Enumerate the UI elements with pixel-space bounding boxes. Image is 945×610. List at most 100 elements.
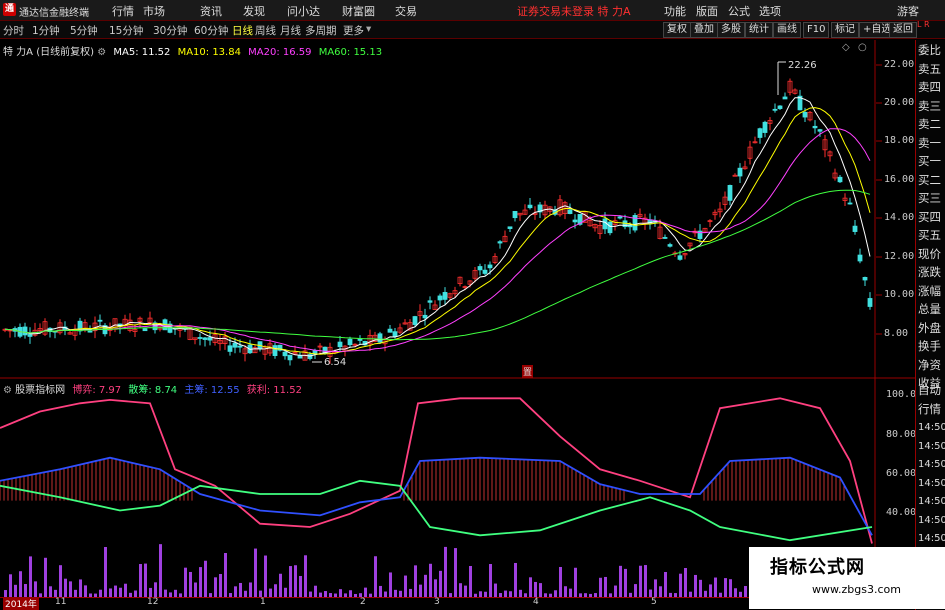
indicator-retail: 散筹: 8.74 <box>128 385 178 396</box>
order-book-item: 卖四 <box>918 80 941 94</box>
tick-list-item: 14:50 <box>918 514 945 526</box>
menu-trade[interactable]: 交易 <box>395 3 417 19</box>
candle <box>142 328 148 332</box>
volume-bar <box>604 576 607 597</box>
volume-bar <box>294 565 297 597</box>
indicator-settings-icon[interactable]: ⚙ <box>3 385 12 396</box>
menu-formula[interactable]: 公式 <box>728 3 750 19</box>
statistics-button[interactable]: 统计 <box>745 22 773 38</box>
volume-bar <box>304 555 307 597</box>
volume-bar <box>254 548 257 597</box>
volume-bar <box>559 566 562 597</box>
watermark-url: www.zbgs3.com <box>812 583 901 596</box>
volume-bar <box>139 564 142 597</box>
candle <box>662 234 668 240</box>
period-tab-60m[interactable]: 60分钟 <box>194 23 228 38</box>
period-tab-daily[interactable]: 日线 <box>232 23 253 38</box>
candle <box>97 314 103 327</box>
volume-bar <box>434 579 437 597</box>
kline-chart[interactable] <box>0 40 915 600</box>
order-book-item: 买二 <box>918 172 941 187</box>
volume-bar <box>109 588 112 597</box>
candle <box>727 184 733 206</box>
more-chevron-icon[interactable]: ▾ <box>366 23 371 35</box>
volume-bar <box>444 546 447 597</box>
candle <box>492 253 498 265</box>
date-label: 4 <box>533 597 539 607</box>
volume-bar <box>419 584 422 597</box>
multi-stock-button[interactable]: 多股 <box>717 22 745 38</box>
volume-bar <box>214 577 217 597</box>
price-tick: 18.00 <box>884 135 915 146</box>
volume-bar <box>679 573 682 597</box>
overlay-button[interactable]: 叠加 <box>690 22 718 38</box>
indicator-tick: 40.00 <box>886 507 917 518</box>
candle <box>697 224 703 243</box>
menu-function[interactable]: 功能 <box>664 3 686 19</box>
price-tick: 20.00 <box>884 97 915 108</box>
app-title: 通达信金融终端 <box>19 8 89 19</box>
volume-bar <box>54 589 57 597</box>
period-tab-15m[interactable]: 15分钟 <box>109 23 143 38</box>
app-logo-icon: 通 <box>3 3 16 16</box>
volume-bar <box>639 565 642 597</box>
menu-market[interactable]: 市场 <box>143 3 165 19</box>
price-tick: 14.00 <box>884 212 915 223</box>
draw-line-button[interactable]: 画线 <box>773 22 801 38</box>
candle <box>857 248 863 264</box>
tick-list-item: 自动 <box>918 383 941 397</box>
f10-button[interactable]: F10 <box>803 22 830 38</box>
order-book-item: 卖五 <box>918 61 941 76</box>
menu-layout[interactable]: 版面 <box>696 3 718 19</box>
candle <box>757 127 763 144</box>
back-button[interactable]: 返回 <box>889 22 917 38</box>
candle <box>777 105 783 110</box>
menu-bar <box>0 0 945 21</box>
candle <box>807 111 813 122</box>
menu-options[interactable]: 选项 <box>759 3 781 19</box>
candle <box>797 89 803 111</box>
guest-label[interactable]: 游客 <box>897 3 919 19</box>
volume-bar <box>299 575 302 597</box>
adjust-button[interactable]: 复权 <box>663 22 691 38</box>
date-label: 2014年 <box>3 597 39 610</box>
tick-list-item: 14:50 <box>918 496 945 507</box>
candle <box>477 263 483 276</box>
period-tab-intraday[interactable]: 分时 <box>3 23 24 38</box>
period-tab-1m[interactable]: 1分钟 <box>32 23 60 38</box>
candle <box>72 324 78 341</box>
volume-bar <box>414 565 417 597</box>
candle <box>377 331 383 345</box>
period-tab-monthly[interactable]: 月线 <box>280 23 301 38</box>
volume-bar <box>374 556 377 597</box>
watermark-title: 指标公式网 <box>770 557 865 578</box>
candle <box>842 193 848 206</box>
order-book-item: 卖二 <box>918 117 941 131</box>
volume-bar <box>144 563 147 597</box>
volume-bar <box>529 577 532 597</box>
period-tab-30m[interactable]: 30分钟 <box>153 23 187 38</box>
ma20-line <box>4 128 871 352</box>
period-tab-weekly[interactable]: 周线 <box>255 23 276 38</box>
period-tab-5m[interactable]: 5分钟 <box>70 23 98 38</box>
date-label: 5 <box>651 597 657 607</box>
menu-wealth[interactable]: 财富圈 <box>342 3 375 19</box>
menu-ask[interactable]: 问小达 <box>287 3 320 19</box>
candle <box>357 335 363 345</box>
volume-bar <box>19 571 22 597</box>
mark-button[interactable]: 标记 <box>831 22 859 38</box>
period-tab-more[interactable]: 更多 <box>343 23 364 38</box>
menu-info[interactable]: 资讯 <box>200 3 222 19</box>
candle <box>762 120 768 138</box>
volume-bar <box>9 574 12 597</box>
volume-bar <box>644 565 647 597</box>
candle <box>517 212 523 221</box>
price-tick: 8.00 <box>884 328 909 339</box>
candle <box>427 296 433 310</box>
volume-bar <box>664 571 667 597</box>
menu-discover[interactable]: 发现 <box>243 3 265 19</box>
menu-quotes[interactable]: 行情 <box>112 3 134 19</box>
center-tag: 置 <box>522 365 534 378</box>
period-tab-multi[interactable]: 多周期 <box>305 23 337 38</box>
volume-bar <box>634 584 637 597</box>
